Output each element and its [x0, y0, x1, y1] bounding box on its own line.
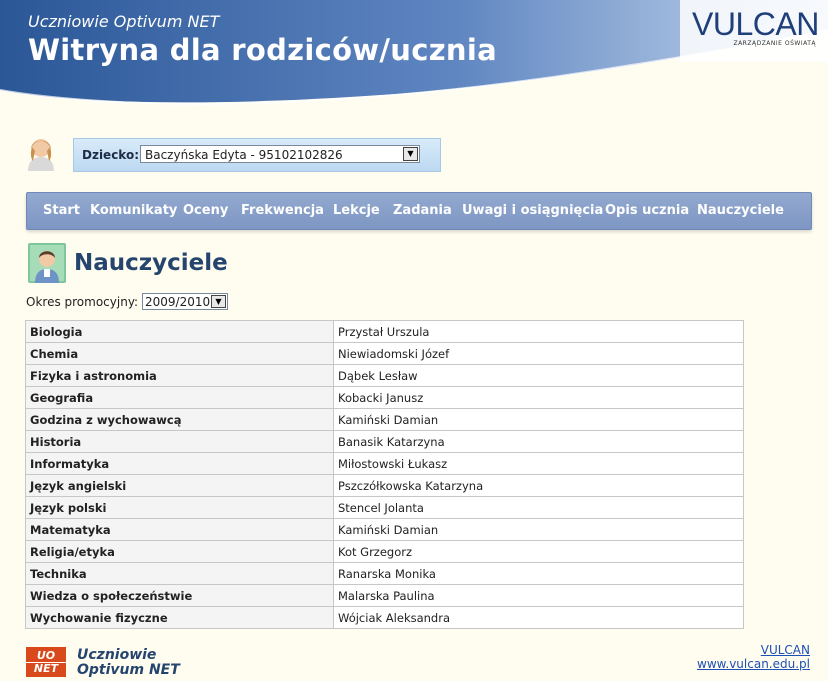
teacher-cell: Pszczółkowska Katarzyna [333, 474, 744, 497]
child-select[interactable]: Baczyńska Edyta - 95102102826 ▼ [140, 145, 420, 163]
child-label: Dziecko: [82, 148, 140, 162]
nav-item-nauczyciele[interactable]: Nauczyciele [697, 203, 784, 218]
subject-cell: Religia/etyka [25, 540, 334, 563]
period-select[interactable]: 2009/2010 ▼ [142, 293, 228, 310]
logo-line1: UO [36, 649, 56, 662]
teacher-cell: Niewiadomski Józef [333, 342, 744, 365]
subject-cell: Informatyka [25, 452, 334, 475]
teacher-cell: Ranarska Monika [333, 562, 744, 585]
vulcan-logo: VULCAN ZARZĄDZANIE OŚWIATĄ [692, 6, 819, 47]
subject-cell: Geografia [25, 386, 334, 409]
table-row: Religia/etyka Kot Grzegorz [25, 540, 744, 563]
nav-item-start[interactable]: Start [43, 203, 80, 218]
table-row: Informatyka Miłostowski Łukasz [25, 452, 744, 475]
nav-item-uwagi[interactable]: Uwagi i osiągnięcia [462, 203, 603, 218]
period-label: Okres promocyjny: [26, 295, 139, 309]
table-row: Chemia Niewiadomski Józef [25, 342, 744, 365]
footer-brand-line1: Uczniowie [77, 647, 157, 663]
table-row: Geografia Kobacki Janusz [25, 386, 744, 409]
table-row: Fizyka i astronomia Dąbek Lesław [25, 364, 744, 387]
period-select-value: 2009/2010 [145, 295, 211, 309]
teacher-cell: Wójciak Aleksandra [333, 606, 744, 629]
teacher-cell: Kot Grzegorz [333, 540, 744, 563]
teacher-cell: Dąbek Lesław [333, 364, 744, 387]
nav-item-lekcje[interactable]: Lekcje [333, 203, 380, 218]
subject-cell: Język angielski [25, 474, 334, 497]
subject-cell: Biologia [25, 320, 334, 343]
table-row: Język polski Stencel Jolanta [25, 496, 744, 519]
subject-cell: Technika [25, 562, 334, 585]
footer-brand-line2: Optivum NET [77, 662, 180, 678]
table-row: Godzina z wychowawcą Kamiński Damian [25, 408, 744, 431]
table-row: Wiedza o społeczeństwie Malarska Paulina [25, 584, 744, 607]
teachers-table: Biologia Przystał Urszula Chemia Niewiadom… [25, 320, 744, 629]
teacher-cell: Banasik Katarzyna [333, 430, 744, 453]
table-row: Język angielski Pszczółkowska Katarzyna [25, 474, 744, 497]
table-row: Matematyka Kamiński Damian [25, 518, 744, 541]
teacher-cell: Malarska Paulina [333, 584, 744, 607]
subject-cell: Historia [25, 430, 334, 453]
nav-item-frekwencja[interactable]: Frekwencja [241, 203, 324, 218]
subject-cell: Godzina z wychowawcą [25, 408, 334, 431]
nav-item-komunikaty[interactable]: Komunikaty [90, 203, 177, 218]
chevron-down-icon[interactable]: ▼ [403, 147, 418, 161]
teacher-cell: Miłostowski Łukasz [333, 452, 744, 475]
vulcan-website-link[interactable]: www.vulcan.edu.pl [697, 657, 810, 671]
subject-cell: Wiedza o społeczeństwie [25, 584, 334, 607]
app-subtitle: Uczniowie Optivum NET [28, 12, 220, 31]
page-title: Nauczyciele [74, 250, 228, 276]
subject-cell: Fizyka i astronomia [25, 364, 334, 387]
teacher-icon [28, 243, 66, 283]
table-row: Biologia Przystał Urszula [25, 320, 744, 343]
header-banner: Uczniowie Optivum NET Witryna dla rodzic… [0, 0, 828, 112]
child-selector-panel: Dziecko: Baczyńska Edyta - 95102102826 ▼ [73, 138, 441, 172]
logo-line2: NET [33, 662, 59, 675]
subject-cell: Język polski [25, 496, 334, 519]
uonet-logo: UO NET [26, 647, 66, 677]
table-row: Technika Ranarska Monika [25, 562, 744, 585]
chevron-down-icon[interactable]: ▼ [211, 295, 226, 308]
table-row: Wychowanie fizyczne Wójciak Aleksandra [25, 606, 744, 629]
nav-item-oceny[interactable]: Oceny [183, 203, 228, 218]
logo-wordmark: VULCAN [692, 6, 819, 42]
main-nav: Start Komunikaty Oceny Frekwencja Lekcje… [26, 192, 812, 230]
child-select-value: Baczyńska Edyta - 95102102826 [145, 148, 343, 162]
nav-item-opis-ucznia[interactable]: Opis ucznia [605, 203, 689, 218]
teacher-cell: Kamiński Damian [333, 518, 744, 541]
subject-cell: Wychowanie fizyczne [25, 606, 334, 629]
table-row: Historia Banasik Katarzyna [25, 430, 744, 453]
child-avatar-icon [24, 135, 58, 171]
subject-cell: Chemia [25, 342, 334, 365]
subject-cell: Matematyka [25, 518, 334, 541]
nav-item-zadania[interactable]: Zadania [393, 203, 452, 218]
teacher-cell: Przystał Urszula [333, 320, 744, 343]
teacher-cell: Kamiński Damian [333, 408, 744, 431]
vulcan-link[interactable]: VULCAN [761, 643, 810, 657]
app-title: Witryna dla rodziców/ucznia [28, 33, 497, 67]
teacher-cell: Kobacki Janusz [333, 386, 744, 409]
teacher-cell: Stencel Jolanta [333, 496, 744, 519]
